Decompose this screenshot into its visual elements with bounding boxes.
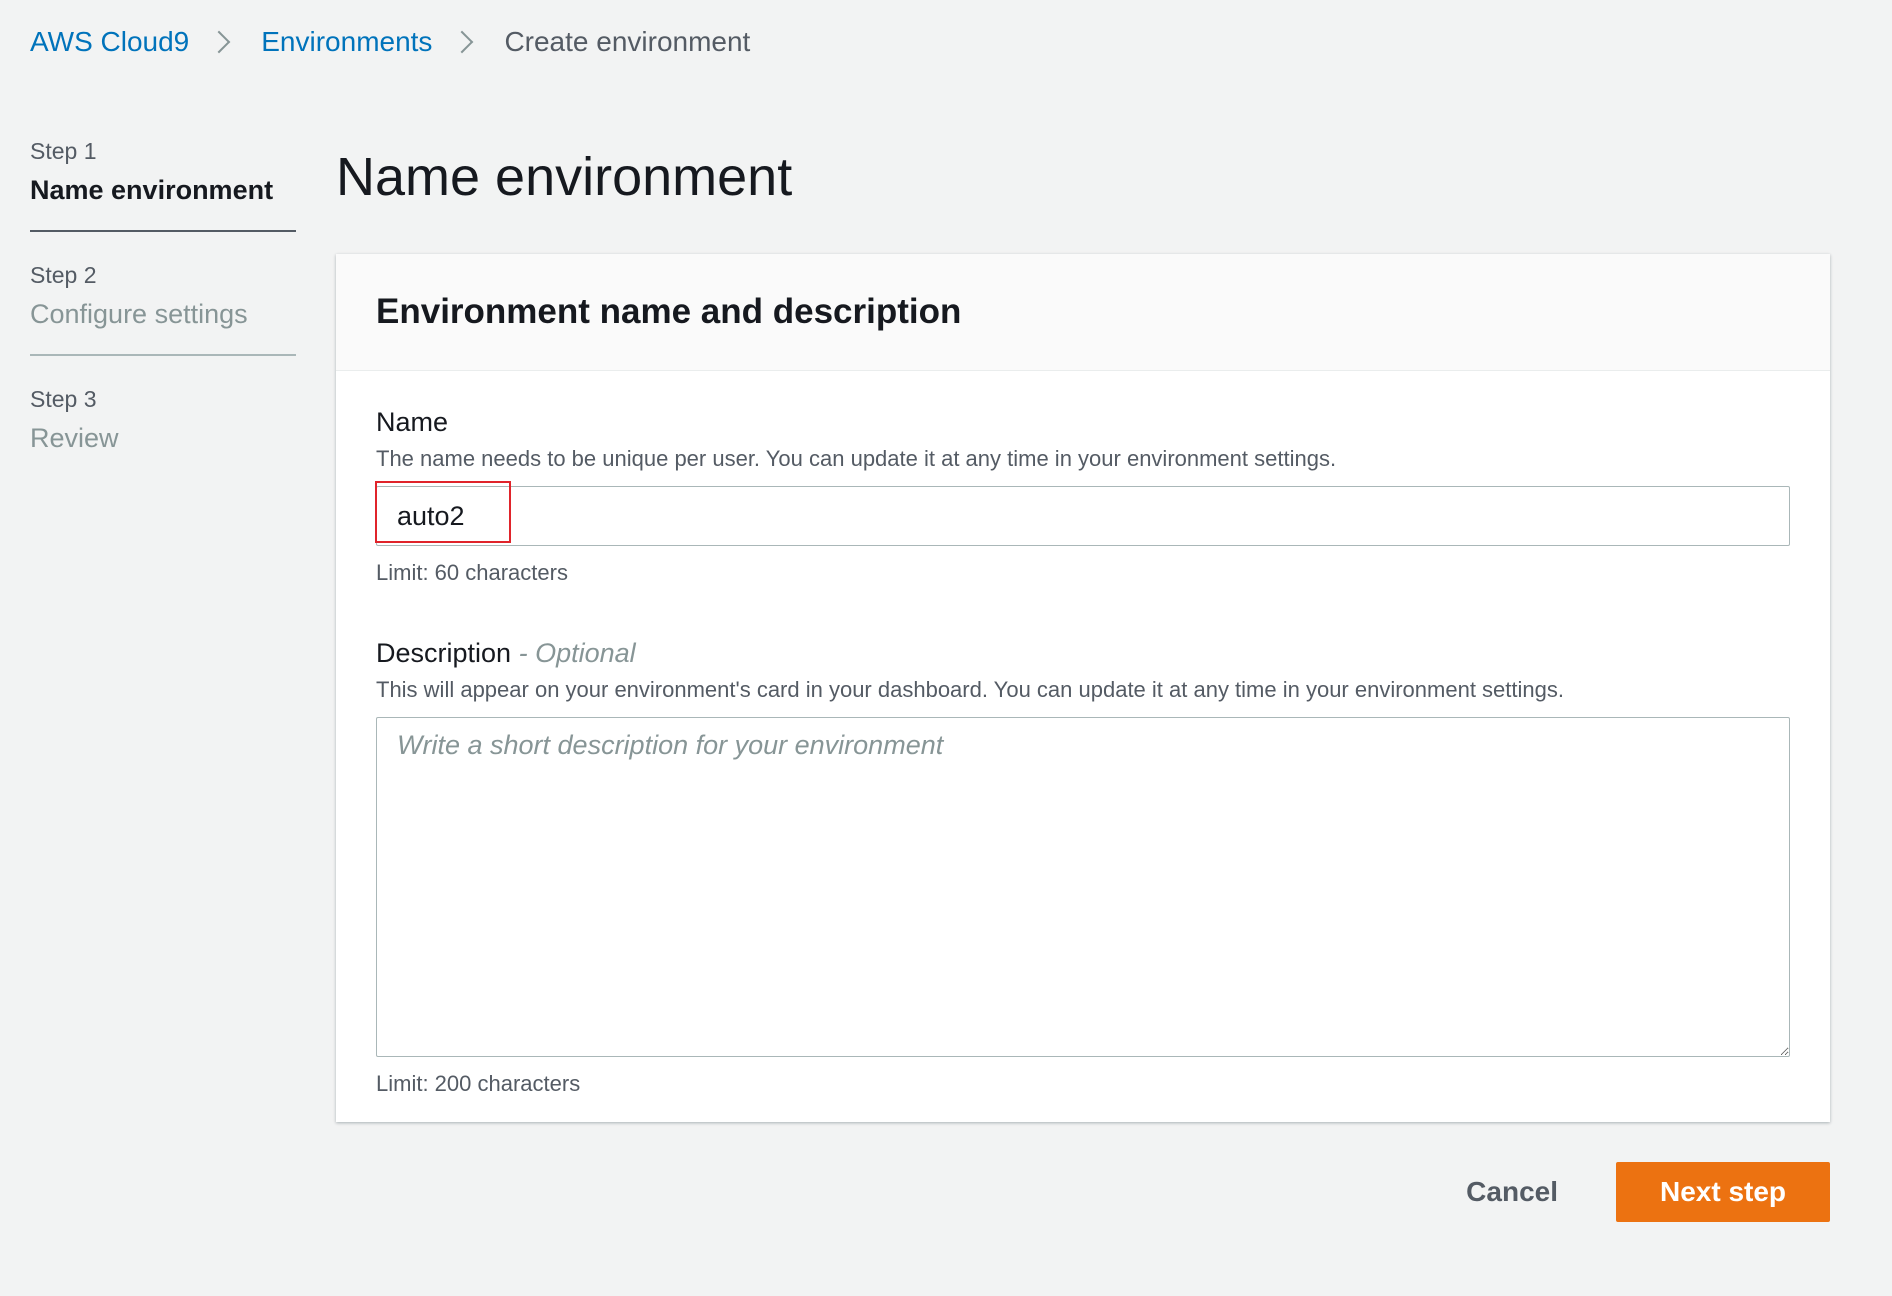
name-input-wrapper <box>375 481 1790 546</box>
page-title: Name environment <box>336 147 793 207</box>
description-label-text: Description <box>376 638 512 668</box>
name-input[interactable] <box>376 486 1790 546</box>
wizard-step-2: Step 2 Configure settings <box>30 262 296 356</box>
step-title: Name environment <box>30 175 274 205</box>
container-body: Name The name needs to be unique per use… <box>336 371 1830 1097</box>
description-field: Description - Optional This will appear … <box>376 638 1790 1097</box>
name-field: Name The name needs to be unique per use… <box>375 407 1790 586</box>
breadcrumb-aws-cloud9[interactable]: AWS Cloud9 <box>30 26 189 58</box>
description-hint: This will appear on your environment's c… <box>376 677 1564 702</box>
step-title: Review <box>30 423 119 453</box>
step-number: Step 1 <box>30 138 97 164</box>
chevron-right-icon <box>451 30 474 54</box>
container-title: Environment name and description <box>376 292 962 331</box>
step-title: Configure settings <box>30 299 248 329</box>
chevron-right-icon <box>207 30 231 54</box>
step-number: Step 3 <box>30 386 97 412</box>
description-constraint: Limit: 200 characters <box>376 1071 581 1096</box>
wizard-actions: Cancel Next step <box>1436 1162 1830 1222</box>
environment-details-container: Environment name and description Name Th… <box>336 254 1830 1122</box>
step-number: Step 2 <box>30 262 97 288</box>
description-textarea[interactable] <box>376 717 1790 1057</box>
wizard-step-1: Step 1 Name environment <box>30 138 296 232</box>
optional-tag: - Optional <box>518 638 636 668</box>
wizard-step-3: Step 3 Review <box>30 386 296 478</box>
next-step-button[interactable]: Next step <box>1616 1162 1830 1222</box>
breadcrumb-create-environment: Create environment <box>504 26 751 57</box>
name-hint: The name needs to be unique per user. Yo… <box>376 446 1337 471</box>
description-label: Description - Optional <box>376 638 1790 669</box>
cancel-button[interactable]: Cancel <box>1436 1162 1588 1222</box>
breadcrumb: AWS Cloud9 Environments Create environme… <box>30 22 750 62</box>
name-constraint: Limit: 60 characters <box>376 560 568 585</box>
container-header: Environment name and description <box>336 254 1830 371</box>
name-label: Name <box>376 407 449 437</box>
breadcrumb-environments[interactable]: Environments <box>261 26 432 58</box>
create-environment-page: AWS Cloud9 Environments Create environme… <box>0 0 1892 1296</box>
wizard-steps: Step 1 Name environment Step 2 Configure… <box>30 138 296 508</box>
